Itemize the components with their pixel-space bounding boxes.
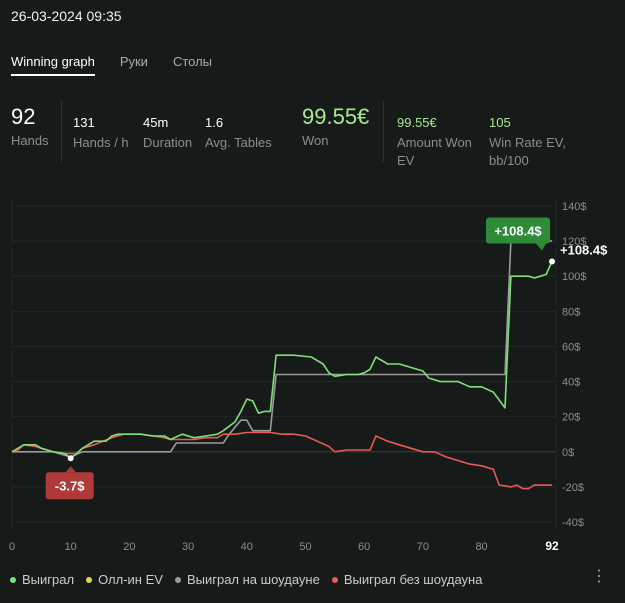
- y-tick-label: 20$: [562, 412, 580, 424]
- y-tick-label: 80$: [562, 306, 580, 318]
- stats-divider: [383, 100, 384, 162]
- tab-hands[interactable]: Руки: [120, 54, 148, 76]
- x-tick-label: 92: [545, 539, 559, 553]
- legend-item-allin-ev[interactable]: Олл-ин EV: [86, 572, 163, 587]
- tab-bar: Winning graph Руки Столы: [11, 54, 237, 76]
- end-value-label: +108.4$: [560, 242, 608, 257]
- session-datetime: 26-03-2024 09:35: [11, 8, 122, 24]
- x-tick-label: 20: [123, 541, 135, 553]
- x-tick-label: 40: [241, 541, 253, 553]
- chart-legend: Выиграл Олл-ин EV Выиграл на шоудауне Вы…: [10, 572, 494, 587]
- min-value-marker: [67, 455, 74, 462]
- legend-item-showdown[interactable]: Выиграл на шоудауне: [174, 572, 320, 587]
- stat-duration-value: 45m: [143, 115, 169, 130]
- legend-item-non-showdown[interactable]: Выиграл без шоудауна: [331, 572, 483, 587]
- series-line-won: [11, 261, 553, 460]
- legend-item-won[interactable]: Выиграл: [10, 572, 74, 587]
- y-tick-label: 100$: [562, 271, 586, 283]
- x-tick-label: 50: [299, 541, 311, 553]
- x-tick-label: 70: [417, 541, 429, 553]
- y-tick-label: 60$: [562, 341, 580, 353]
- stat-won: 99.55€ Won: [302, 102, 369, 150]
- tab-tables[interactable]: Столы: [173, 54, 212, 76]
- max-value-badge-pointer: [536, 243, 546, 251]
- y-tick-label: -20$: [562, 482, 584, 494]
- series-end-marker: [549, 258, 555, 265]
- x-tick-label: 80: [475, 541, 487, 553]
- winning-graph-chart[interactable]: 140$120$100$80$60$40$20$0$-20$-40$0 10 20 3…: [0, 190, 625, 560]
- legend-label-non-showdown: Выиграл без шоудауна: [343, 572, 483, 587]
- stats-divider: [61, 100, 62, 162]
- stat-hands: 92 Hands: [11, 102, 49, 150]
- stat-win-rate-ev: 105 Win Rate EV, bb/100: [489, 102, 566, 170]
- stat-amount-won-ev-label-2: EV: [397, 153, 415, 168]
- stat-hands-per-hour: 131 Hands / h: [73, 102, 129, 152]
- stat-avg-tables-label: Avg. Tables: [205, 135, 272, 150]
- x-tick-label: 60: [358, 541, 370, 553]
- x-tick-label: 30: [182, 541, 194, 553]
- tab-winning-graph[interactable]: Winning graph: [11, 54, 95, 76]
- stat-hands-per-hour-value: 131: [73, 115, 95, 130]
- more-options-icon[interactable]: ⋮: [591, 567, 607, 587]
- max-value-label: +108.4$: [494, 223, 542, 238]
- stats-panel: 92 Hands 131 Hands / h 45m Duration 1.6 …: [0, 102, 625, 172]
- x-tick-label: 10: [65, 541, 77, 553]
- stat-avg-tables: 1.6 Avg. Tables: [205, 102, 272, 152]
- stat-amount-won-ev: 99.55€ Amount Won EV: [397, 102, 472, 170]
- stat-hands-label: Hands: [11, 133, 49, 148]
- stat-duration: 45m Duration: [143, 102, 192, 152]
- stat-hands-value: 92: [11, 104, 36, 129]
- legend-dot-allin-ev: [86, 576, 93, 583]
- y-tick-label: -40$: [562, 517, 584, 529]
- stat-amount-won-ev-value: 99.55€: [397, 115, 437, 130]
- stat-amount-won-ev-label-1: Amount Won: [397, 135, 472, 150]
- y-tick-label: 40$: [562, 377, 580, 389]
- legend-label-won: Выиграл: [22, 572, 75, 587]
- min-value-label: -3.7$: [55, 478, 85, 493]
- series-line-showdown: [12, 240, 552, 458]
- stat-win-rate-ev-label-1: Win Rate EV,: [489, 135, 566, 150]
- legend-dot-showdown: [174, 576, 181, 583]
- legend-label-allin-ev: Олл-ин EV: [98, 572, 163, 587]
- x-tick-label: 0: [9, 541, 15, 553]
- min-value-badge-pointer: [65, 466, 76, 473]
- stat-win-rate-ev-value: 105: [489, 115, 511, 130]
- stat-won-label: Won: [302, 133, 329, 148]
- legend-label-showdown: Выиграл на шоудауне: [186, 572, 320, 587]
- stat-won-value: 99.55€: [302, 104, 370, 129]
- y-tick-label: 140$: [562, 201, 586, 213]
- stat-avg-tables-value: 1.6: [205, 115, 224, 130]
- legend-dot-won: [10, 576, 16, 583]
- legend-dot-non-showdown: [331, 576, 338, 583]
- stat-duration-label: Duration: [143, 135, 193, 150]
- stat-hands-per-hour-label: Hands / h: [73, 135, 129, 150]
- stat-win-rate-ev-label-2: bb/100: [489, 153, 529, 168]
- y-tick-label: 0$: [562, 447, 574, 459]
